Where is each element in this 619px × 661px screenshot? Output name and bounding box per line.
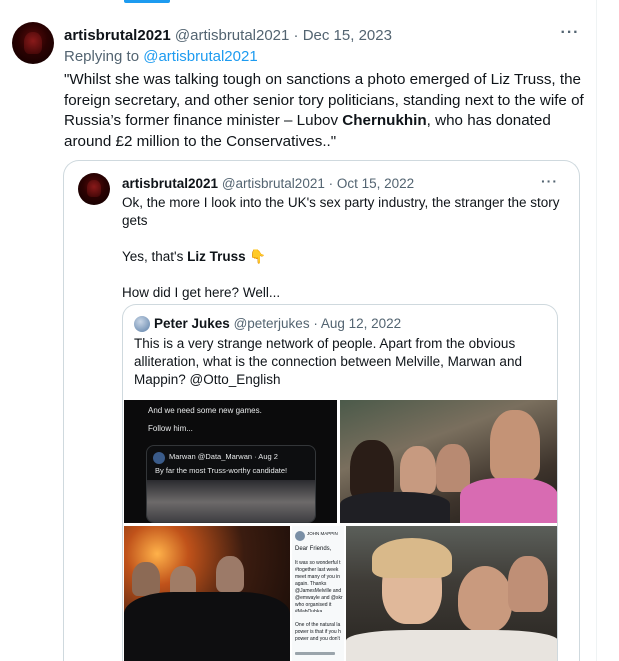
photo-group-selfie[interactable] bbox=[340, 400, 557, 523]
photo-clothing bbox=[124, 592, 290, 661]
nested-quoted-tweet[interactable]: Peter Jukes @peterjukes · Aug 12, 2022 T… bbox=[122, 304, 558, 661]
photo-embedded-card: Marwan @Data_Marwan · Aug 2 By far the m… bbox=[146, 445, 316, 523]
tweet-text: "Whilst she was talking tough on sanctio… bbox=[64, 70, 589, 152]
quoted-line-3: How did I get here? Well... bbox=[122, 285, 281, 300]
photo-street-group[interactable] bbox=[124, 526, 290, 661]
timestamp[interactable]: Dec 15, 2023 bbox=[303, 27, 392, 44]
more-options-icon[interactable]: ··· bbox=[558, 24, 582, 46]
letter-greeting: Dear Friends, bbox=[295, 546, 332, 552]
tweet-header: artisbrutal2021 @artisbrutal2021 · Dec 1… bbox=[64, 26, 392, 46]
photo-grid: And we need some new games. Follow him..… bbox=[124, 400, 557, 661]
timestamp: Aug 12, 2022 bbox=[320, 316, 402, 331]
photo-card-image bbox=[147, 480, 315, 522]
photo-figure bbox=[490, 410, 540, 480]
photo-screenshot-tweet[interactable]: And we need some new games. Follow him..… bbox=[124, 400, 337, 523]
nested-quoted-header: Peter Jukes @peterjukes · Aug 12, 2022 bbox=[154, 315, 401, 333]
photo-figure bbox=[400, 446, 436, 494]
photo-figure bbox=[508, 556, 548, 612]
display-name[interactable]: artisbrutal2021 bbox=[64, 27, 171, 44]
quoted-line-2: Yes, that's Liz Truss 👇 bbox=[122, 248, 562, 266]
divider bbox=[295, 652, 335, 655]
separator: · bbox=[293, 27, 299, 44]
quoted-line-2-bold: Liz Truss bbox=[187, 249, 246, 264]
quoted-tweet-header: artisbrutal2021 @artisbrutal2021 · Oct 1… bbox=[122, 175, 414, 193]
avatar[interactable] bbox=[12, 22, 54, 64]
avatar bbox=[153, 452, 165, 464]
nested-quoted-text: This is a very strange network of people… bbox=[134, 336, 522, 387]
photo-figure bbox=[458, 566, 512, 632]
photo-figure bbox=[436, 444, 470, 492]
replying-to-prefix: Replying to bbox=[64, 48, 144, 65]
photo-shirt bbox=[460, 478, 557, 523]
letter-body: It was so wonderful t #together last wee… bbox=[295, 560, 343, 612]
photo-hair bbox=[372, 538, 452, 578]
photo-selfie-truss[interactable] bbox=[346, 526, 557, 661]
replying-to-handle[interactable]: @artisbrutal2021 bbox=[143, 48, 257, 65]
display-name: artisbrutal2021 bbox=[122, 176, 219, 191]
replying-to: Replying to @artisbrutal2021 bbox=[64, 47, 258, 67]
avatar bbox=[78, 173, 110, 205]
pointing-down-icon: 👇 bbox=[249, 249, 267, 264]
handle: @artisbrutal2021 bbox=[221, 176, 325, 191]
timeline-border bbox=[596, 0, 597, 661]
avatar-figure bbox=[24, 32, 42, 54]
handle[interactable]: @artisbrutal2021 bbox=[175, 27, 289, 44]
quoted-line-2-prefix: Yes, that's bbox=[122, 249, 188, 264]
photo-card-text: By far the most Truss-worthy candidate! bbox=[155, 466, 288, 475]
photo-shirt bbox=[340, 492, 450, 523]
timestamp: Oct 15, 2022 bbox=[336, 176, 415, 191]
avatar bbox=[134, 316, 150, 332]
quoted-tweet[interactable]: artisbrutal2021 @artisbrutal2021 · Oct 1… bbox=[63, 160, 580, 661]
letter-author: JOHN MAPPIN bbox=[307, 531, 338, 536]
avatar bbox=[295, 531, 305, 541]
display-name: Peter Jukes bbox=[154, 316, 230, 331]
quoted-line-1: Ok, the more I look into the UK's sex pa… bbox=[122, 195, 560, 228]
photo-card-author: Marwan @Data_Marwan · Aug 2 bbox=[169, 452, 278, 461]
photo-text-1: And we need some new games. bbox=[148, 406, 262, 415]
photo-figure bbox=[132, 562, 160, 596]
handle: @peterjukes bbox=[233, 316, 310, 331]
photo-figure bbox=[350, 440, 394, 500]
tweet[interactable]: artisbrutal2021 @artisbrutal2021 · Dec 1… bbox=[0, 0, 596, 661]
photo-clothing bbox=[346, 630, 557, 661]
photo-figure bbox=[216, 556, 244, 592]
separator: · bbox=[328, 176, 334, 191]
more-options-icon[interactable]: ··· bbox=[541, 173, 558, 189]
separator: · bbox=[313, 316, 318, 331]
tweet-text-bold: Chernukhin bbox=[342, 112, 427, 129]
avatar-figure bbox=[87, 180, 101, 197]
quoted-tweet-text: Ok, the more I look into the UK's sex pa… bbox=[122, 194, 562, 302]
photo-letter-screenshot[interactable]: JOHN MAPPIN Dear Friends, It was so wond… bbox=[292, 526, 344, 661]
letter-footer: One of the natural la power is that if y… bbox=[295, 622, 341, 642]
photo-text-2: Follow him... bbox=[148, 424, 193, 433]
